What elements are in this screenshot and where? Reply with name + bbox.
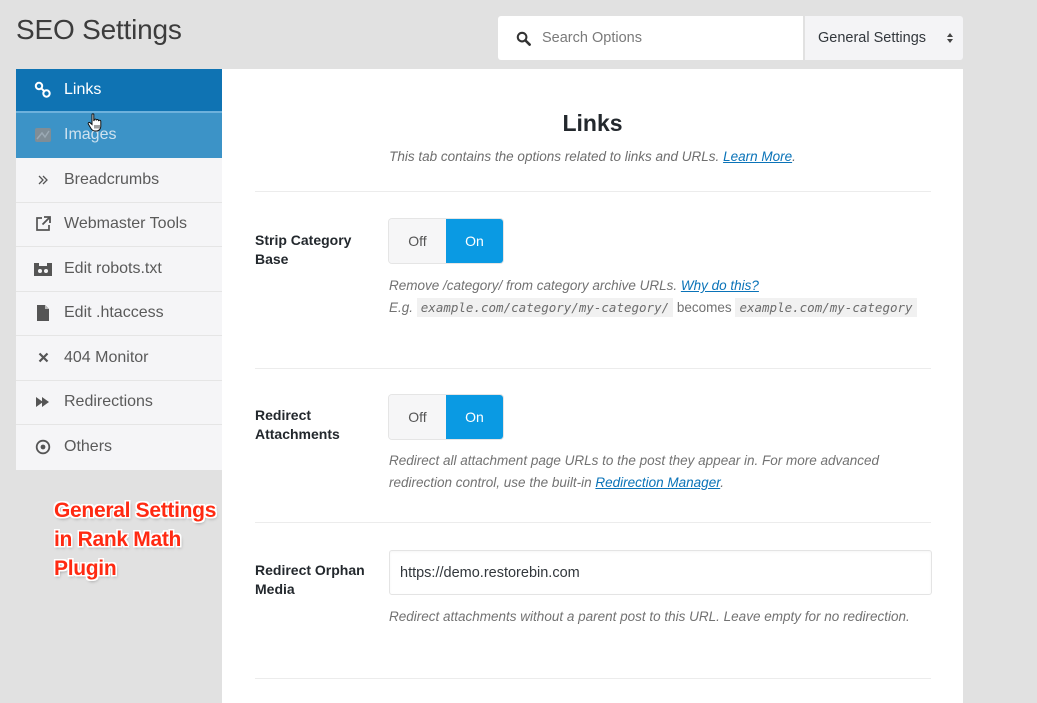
field-help: Redirect all attachment page URLs to the…: [389, 453, 880, 490]
example-mid: becomes: [676, 300, 732, 315]
divider: [255, 522, 931, 523]
example-prefix: E.g.: [389, 300, 414, 315]
strip-category-base-toggle[interactable]: Off On: [389, 219, 503, 263]
field-label: Redirect Orphan Media: [255, 562, 365, 597]
toggle-off-option[interactable]: Off: [389, 219, 446, 263]
seo-settings-page: SEO Settings General Settings Links Imag…: [0, 0, 1037, 703]
field-label: Redirect Attachments: [255, 407, 340, 442]
panel-description: This tab contains the options related to…: [389, 149, 796, 164]
toggle-on-option[interactable]: On: [446, 395, 503, 439]
sidebar-item-links[interactable]: Links: [16, 69, 222, 113]
divider: [255, 191, 931, 192]
sidebar-item-label: Links: [64, 81, 102, 98]
panel-title: Links: [562, 110, 623, 136]
panel-description-text: This tab contains the options related to…: [389, 149, 720, 164]
redirect-orphan-media-input[interactable]: [389, 550, 932, 595]
sidebar-item-label: Webmaster Tools: [64, 215, 188, 233]
sidebar-item-label: Breadcrumbs: [64, 170, 160, 188]
toggle-off-option[interactable]: Off: [389, 395, 446, 439]
sidebar-item-others[interactable]: Others: [16, 425, 222, 470]
field-body: Off On Remove /category/ from category a…: [389, 219, 932, 319]
redirection-manager-link[interactable]: Redirection Manager: [595, 475, 720, 490]
field-body: Off On Redirect all attachment page URLs…: [389, 395, 932, 494]
search-box[interactable]: [498, 16, 803, 60]
sidebar-item-label: Redirections: [64, 393, 153, 411]
sidebar-item-label: Others: [64, 438, 113, 456]
sidebar-item-edit-robots[interactable]: Edit robots.txt: [16, 247, 222, 292]
search-input[interactable]: [542, 30, 782, 46]
settings-sidebar: Links Images Breadcrumbs Webmaster Tools…: [16, 69, 222, 470]
sidebar-item-label: 404 Monitor: [64, 348, 149, 366]
robot-icon: [32, 259, 54, 279]
link-icon: [32, 80, 54, 100]
sidebar-item-webmaster-tools[interactable]: Webmaster Tools: [16, 203, 222, 247]
annotation-line: General Settings: [54, 499, 217, 522]
example-from-code: example.com/category/my-category/: [416, 298, 674, 317]
file-icon: [32, 303, 54, 323]
annotation-line: Plugin: [54, 557, 117, 580]
settings-type-select[interactable]: General Settings: [805, 16, 963, 60]
circle-dot-icon: [32, 437, 54, 457]
example-to-code: example.com/my-category: [735, 298, 917, 317]
redirect-attachments-toggle[interactable]: Off On: [389, 395, 503, 439]
field-help: Remove /category/ from category archive …: [389, 275, 932, 319]
sidebar-item-images[interactable]: Images: [16, 113, 222, 158]
annotation-callout: General Settings in Rank Math Plugin: [54, 496, 216, 583]
image-icon: [32, 125, 54, 145]
toggle-on-option[interactable]: On: [446, 219, 503, 263]
field-help: Redirect attachments without a parent po…: [389, 609, 910, 624]
double-chevron-right-icon: [32, 170, 54, 190]
fast-forward-icon: [32, 392, 54, 412]
settings-type-selected: General Settings: [818, 30, 927, 46]
divider: [255, 368, 931, 369]
search-icon: [514, 29, 532, 47]
close-icon: [32, 348, 54, 368]
field-label: Strip Category Base: [255, 232, 352, 267]
sidebar-item-edit-htaccess[interactable]: Edit .htaccess: [16, 292, 222, 336]
why-do-this-link[interactable]: Why do this?: [681, 278, 759, 293]
annotation-line: in Rank Math: [54, 528, 182, 551]
divider: [255, 678, 931, 679]
learn-more-link[interactable]: Learn More: [723, 149, 792, 164]
sidebar-item-label: Images: [64, 126, 117, 143]
sidebar-item-404-monitor[interactable]: 404 Monitor: [16, 336, 222, 381]
select-arrows-icon: [947, 33, 953, 43]
page-title: SEO Settings: [16, 14, 182, 45]
panel-header: Links This tab contains the options rela…: [222, 69, 963, 164]
help-text: Remove /category/ from category archive …: [389, 278, 678, 293]
sidebar-item-label: Edit robots.txt: [64, 259, 162, 277]
sidebar-item-breadcrumbs[interactable]: Breadcrumbs: [16, 158, 222, 203]
sidebar-item-label: Edit .htaccess: [64, 304, 164, 322]
field-body: Redirect attachments without a parent po…: [389, 550, 932, 628]
settings-panel: Links This tab contains the options rela…: [222, 69, 963, 703]
external-link-icon: [32, 214, 54, 234]
sidebar-item-redirections[interactable]: Redirections: [16, 381, 222, 425]
